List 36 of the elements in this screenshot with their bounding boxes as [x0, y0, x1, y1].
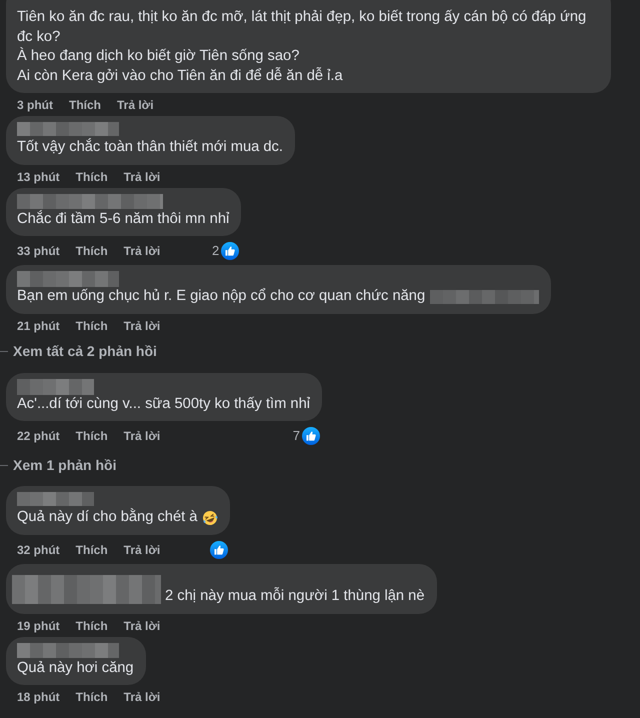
like-link[interactable]: Thích	[76, 540, 108, 558]
reply-link[interactable]: Trả lời	[124, 616, 160, 634]
comment-time[interactable]: 33 phút	[17, 242, 60, 260]
like-link[interactable]: Thích	[76, 616, 108, 634]
like-count: 7	[292, 427, 300, 446]
view-replies-link[interactable]: Xem tất cả 2 phản hồi	[13, 341, 157, 362]
comment-text: Bạn em uống chục hủ r. E giao nộp cổ cho cơ quan chức năng	[17, 287, 426, 306]
comment-time[interactable]: 32 phút	[17, 540, 60, 558]
view-replies-link[interactable]: Xem 1 phản hồi	[13, 454, 116, 476]
reply-link[interactable]: Trả lời	[124, 688, 160, 706]
comment-text: Tiên ko ăn đc rau, thịt ko ăn đc mỡ, lát thịt phải đẹp, ko biết trong ấy cán bộ có đáp ứng đc ko? À heo đang dịch ko biết giờ Tiên sống sao? Ai còn Kera gởi vào cho Tiên ăn đi để dễ ăn dễ ỉ.a	[17, 8, 588, 86]
comment-text: 2 chị này mua mỗi người 1 thùng lận nè	[165, 587, 425, 606]
comment-time[interactable]: 3 phút	[17, 96, 53, 114]
reply-link[interactable]: Trả lời	[124, 316, 160, 334]
comment-time[interactable]: 22 phút	[17, 427, 60, 445]
comment-text: Quả này dí cho bằng chét à	[17, 508, 198, 527]
like-link[interactable]: Thích	[76, 316, 108, 334]
comment-time[interactable]: 18 phút	[17, 688, 60, 706]
comment-text: Chắc đi tầm 5-6 năm thôi mn nhỉ	[17, 210, 230, 228]
comment-text: Ac'...dí tới cùng v... sữa 500ty ko thấy tìm nhỉ	[17, 394, 310, 414]
like-link[interactable]: Thích	[76, 427, 108, 445]
reply-link[interactable]: Trả lời	[124, 242, 160, 260]
reply-link[interactable]: Trả lời	[124, 168, 160, 186]
comment-text: Quả này hơi căng	[17, 658, 134, 678]
comment-text: Tốt vậy chắc toàn thân thiết mới mua dc.	[17, 138, 283, 157]
like-link[interactable]: Thích	[69, 96, 101, 114]
like-link[interactable]: Thích	[76, 168, 108, 186]
like-count: 2	[212, 242, 220, 260]
reply-link[interactable]: Trả lời	[117, 96, 154, 114]
reply-link[interactable]: Trả lời	[124, 427, 160, 445]
comment-time[interactable]: 21 phút	[17, 316, 60, 334]
comment-time[interactable]: 13 phút	[17, 168, 60, 186]
comment-time[interactable]: 19 phút	[17, 616, 60, 634]
like-link[interactable]: Thích	[76, 688, 108, 706]
like-link[interactable]: Thích	[76, 242, 108, 260]
reply-link[interactable]: Trả lời	[124, 540, 160, 558]
